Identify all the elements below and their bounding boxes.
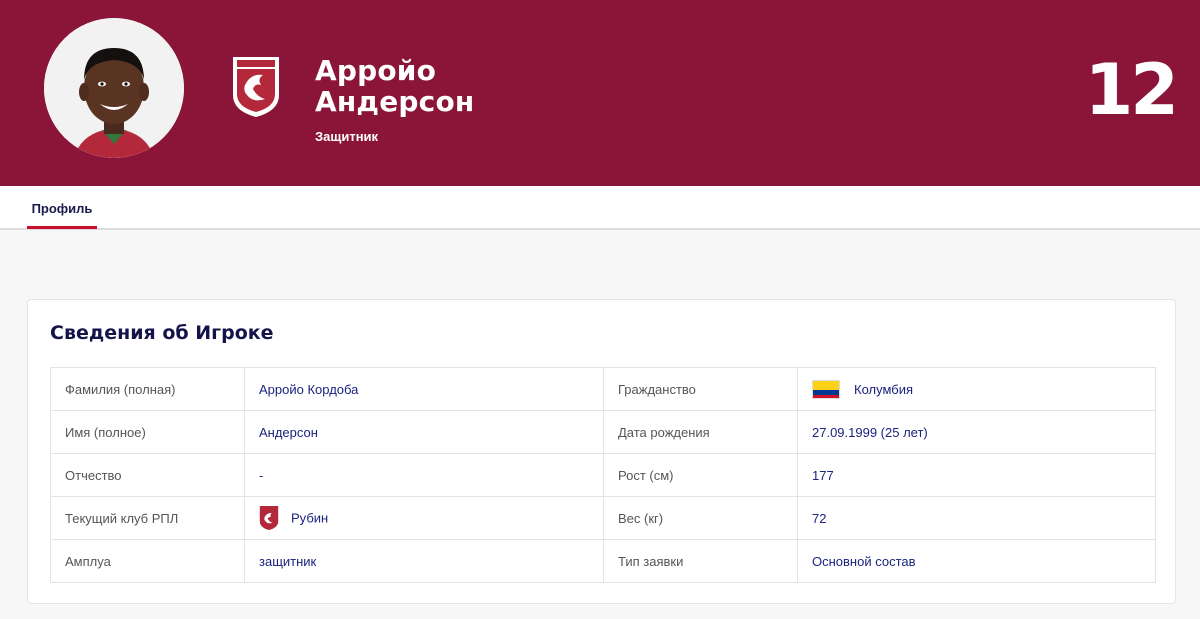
value-citizenship: Колумбия <box>854 381 913 397</box>
player-info-table: Фамилия (полная) Арройо Кордоба Гражданс… <box>50 367 1156 583</box>
label-full-name: Имя (полное) <box>50 410 245 454</box>
value-birth-date: 27.09.1999 (25 лет) <box>797 410 1156 454</box>
value-full-name: Андерсон <box>244 410 604 454</box>
label-citizenship: Гражданство <box>603 367 798 411</box>
value-patronymic: - <box>244 453 604 497</box>
player-position: Защитник <box>315 129 379 144</box>
card-title: Сведения об Игроке <box>50 322 274 344</box>
active-tab-indicator <box>27 226 97 229</box>
player-first-name: Андерсон <box>315 85 475 118</box>
player-number: 12 <box>1084 49 1179 131</box>
label-full-surname: Фамилия (полная) <box>50 367 245 411</box>
tab-bar: Профиль <box>0 186 1200 230</box>
value-current-club[interactable]: Рубин <box>291 511 328 526</box>
player-info-card: Сведения об Игроке Фамилия (полная) Арро… <box>27 299 1176 604</box>
player-header: Арройо Андерсон Защитник 12 <box>0 0 1200 186</box>
player-photo <box>44 18 184 158</box>
table-row: Фамилия (полная) Арройо Кордоба Гражданс… <box>50 367 1156 411</box>
table-row: Имя (полное) Андерсон Дата рождения 27.0… <box>50 410 1156 454</box>
label-role: Амплуа <box>50 539 245 583</box>
table-row: Амплуа защитник Тип заявки Основной сост… <box>50 539 1156 583</box>
value-full-surname: Арройо Кордоба <box>244 367 604 411</box>
label-patronymic: Отчество <box>50 453 245 497</box>
value-height: 177 <box>797 453 1156 497</box>
label-current-club: Текущий клуб РПЛ <box>50 496 245 540</box>
value-citizenship-cell: Колумбия <box>797 367 1156 411</box>
value-application-type: Основной состав <box>797 539 1156 583</box>
tab-profile[interactable]: Профиль <box>27 186 97 230</box>
label-height: Рост (см) <box>603 453 798 497</box>
value-current-club-cell: Рубин <box>244 496 604 540</box>
colombia-flag-icon <box>812 379 840 399</box>
player-last-name: Арройо <box>315 54 437 87</box>
value-role: защитник <box>244 539 604 583</box>
label-weight: Вес (кг) <box>603 496 798 540</box>
label-birth-date: Дата рождения <box>603 410 798 454</box>
rubin-logo <box>231 55 281 119</box>
table-row: Текущий клуб РПЛ Рубин Вес (кг) 72 <box>50 496 1156 540</box>
rubin-logo-icon <box>259 505 279 531</box>
label-application-type: Тип заявки <box>603 539 798 583</box>
table-row: Отчество - Рост (см) 177 <box>50 453 1156 497</box>
player-name: Арройо Андерсон <box>315 55 474 117</box>
value-weight: 72 <box>797 496 1156 540</box>
